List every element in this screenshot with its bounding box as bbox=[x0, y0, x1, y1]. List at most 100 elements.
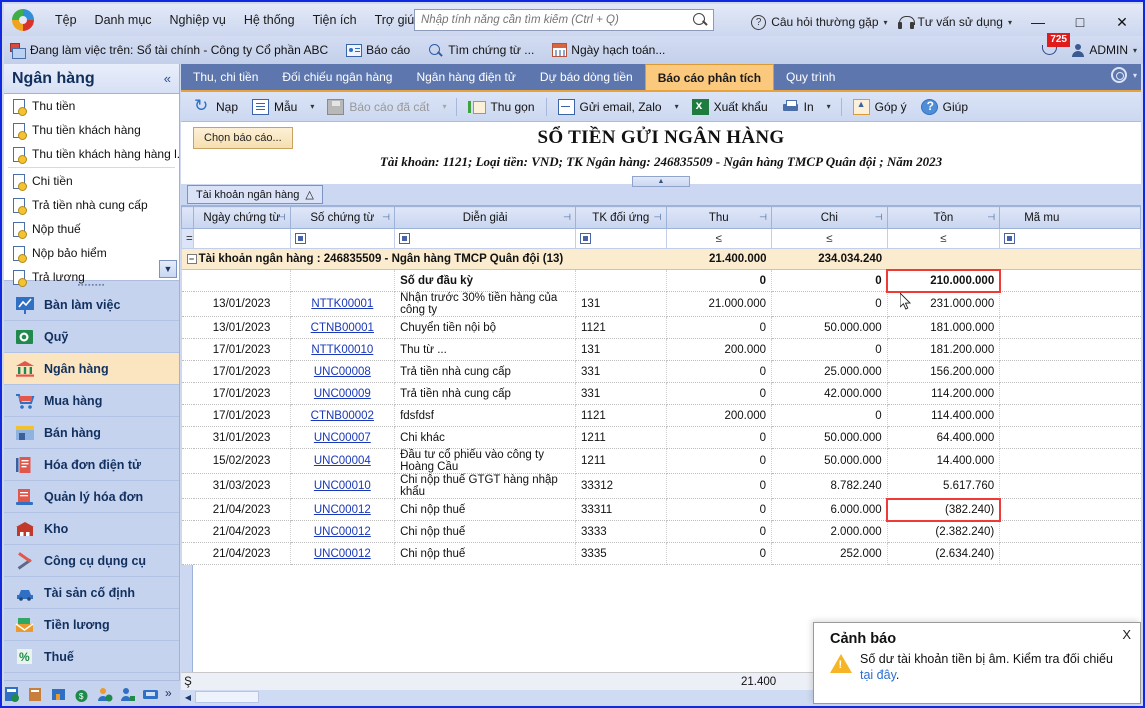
more-tray-icon[interactable]: » bbox=[165, 686, 180, 703]
table-row[interactable]: 13/01/2023 CTNB00001 Chuyển tiền nội bộ … bbox=[181, 316, 1141, 339]
sidebar-item-tra-luong[interactable]: Trả lương bbox=[4, 265, 179, 289]
sidebar-scroll-down-icon[interactable]: ▼ bbox=[159, 260, 177, 278]
cell-doc-no[interactable]: UNC00004 bbox=[290, 448, 396, 474]
template-button[interactable]: Mẫu bbox=[245, 95, 304, 119]
group-row[interactable]: − Tài khoản ngân hàng : 246835509 - Ngân… bbox=[181, 248, 1141, 270]
sidebar-item-mua-hang[interactable]: Mua hàng bbox=[4, 385, 179, 417]
table-row[interactable]: Số dư đầu kỳ 0 0 210.000.000 bbox=[181, 268, 1141, 293]
column-header-ngay-chung-tu[interactable]: Ngày chứng từ ⊣ bbox=[193, 206, 291, 229]
template-dropdown-icon[interactable]: ▾ bbox=[304, 102, 320, 111]
sidebar-item-cong-cu-dung-cu[interactable]: Công cụ dụng cụ bbox=[4, 545, 179, 577]
sidebar-item-tien-luong[interactable]: Tiền lương bbox=[4, 609, 179, 641]
menu-item-tien-ich[interactable]: Tiện ích bbox=[304, 9, 366, 31]
filter-box-icon[interactable] bbox=[1004, 232, 1016, 244]
sidebar-item-hoa-don-dien-tu[interactable]: Hóa đơn điện tử bbox=[4, 449, 179, 481]
sidebar-item-ngan-hang[interactable]: Ngân hàng bbox=[4, 353, 179, 385]
chevron-down-icon[interactable]: ▾ bbox=[1133, 46, 1137, 55]
column-header-chi[interactable]: Chi ⊣ bbox=[771, 206, 888, 229]
supplier-icon[interactable] bbox=[119, 686, 136, 703]
scrollbar-thumb[interactable] bbox=[195, 691, 259, 703]
filter-so-chung-tu[interactable] bbox=[289, 228, 396, 249]
filter-box-icon[interactable] bbox=[294, 232, 306, 244]
saved-reports-button[interactable]: Báo cáo đã cất bbox=[320, 95, 436, 119]
report-button[interactable]: Báo cáo bbox=[346, 43, 410, 57]
feedback-button[interactable]: Góp ý bbox=[846, 95, 914, 119]
sidebar-item-kho[interactable]: Kho bbox=[4, 513, 179, 545]
cell-doc-no[interactable]: UNC00012 bbox=[290, 498, 396, 521]
chevron-down-icon[interactable]: ▾ bbox=[1008, 18, 1012, 27]
sidebar-item-ban-lam-viec[interactable]: Bàn làm việc bbox=[4, 289, 179, 321]
table-row[interactable]: 21/04/2023 UNC00012 Chi nộp thuế 3335 0 … bbox=[181, 542, 1141, 565]
tab-thu-chi-tien[interactable]: Thu, chi tiền bbox=[181, 64, 270, 90]
tab-ngan-hang-dien-tu[interactable]: Ngân hàng điện tử bbox=[404, 64, 527, 90]
pin-icon[interactable]: ⊣ bbox=[562, 212, 572, 222]
global-search[interactable] bbox=[414, 9, 714, 31]
table-row[interactable]: 13/01/2023 NTTK00001 Nhận trước 30% tiền… bbox=[181, 291, 1141, 317]
cell-doc-no[interactable]: UNC00007 bbox=[290, 426, 396, 449]
document-link[interactable]: UNC00010 bbox=[314, 480, 371, 492]
sidebar-item-tra-tien-nha-cung-cap[interactable]: Trả tiền nhà cung cấp bbox=[4, 193, 179, 217]
filter-thu[interactable]: ≤ bbox=[665, 228, 773, 249]
menu-item-danh-muc[interactable]: Danh mục bbox=[86, 9, 161, 31]
sidebar-item-thue[interactable]: % Thuế bbox=[4, 641, 179, 673]
cell-doc-no[interactable]: CTNB00002 bbox=[290, 404, 396, 427]
filter-ngay-chung-tu[interactable] bbox=[193, 228, 291, 249]
menu-item-nghiep-vu[interactable]: Nghiệp vụ bbox=[161, 9, 235, 31]
send-email-zalo-button[interactable]: Gửi email, Zalo bbox=[551, 95, 669, 119]
column-header-thu[interactable]: Thu ⊣ bbox=[665, 206, 773, 229]
working-on-indicator[interactable]: Đang làm việc trên: Sổ tài chính - Công … bbox=[10, 42, 328, 59]
calculator-icon[interactable] bbox=[4, 686, 21, 703]
table-row[interactable]: 17/01/2023 UNC00009 Trả tiền nhà cung cấ… bbox=[181, 382, 1141, 405]
pin-icon[interactable]: ⊣ bbox=[653, 212, 663, 222]
print-button[interactable]: In bbox=[775, 95, 821, 119]
filter-tk-doi-ung[interactable] bbox=[575, 228, 667, 249]
chevron-down-icon[interactable]: ▾ bbox=[884, 18, 888, 27]
send-email-dropdown-icon[interactable]: ▾ bbox=[669, 102, 685, 111]
group-chip-bank-account[interactable]: Tài khoản ngân hàng △ bbox=[187, 185, 323, 204]
menu-item-tep[interactable]: Tệp bbox=[46, 9, 86, 31]
wallet-icon[interactable] bbox=[50, 686, 67, 703]
document-link[interactable]: NTTK00010 bbox=[311, 344, 373, 356]
document-link[interactable]: UNC00007 bbox=[314, 432, 371, 444]
cell-doc-no[interactable]: UNC00008 bbox=[290, 360, 396, 383]
document-link[interactable]: UNC00012 bbox=[314, 504, 371, 516]
search-input[interactable] bbox=[415, 14, 690, 26]
table-row[interactable]: 21/04/2023 UNC00012 Chi nộp thuế 33311 0… bbox=[181, 497, 1141, 522]
tab-quy-trinh[interactable]: Quy trình bbox=[774, 64, 847, 90]
filter-chi[interactable]: ≤ bbox=[771, 228, 888, 249]
sidebar-item-thu-tien[interactable]: Thu tiền bbox=[4, 94, 179, 118]
help-button[interactable]: Giúp bbox=[914, 95, 975, 119]
document-link[interactable]: UNC00009 bbox=[314, 388, 371, 400]
cell-doc-no[interactable]: UNC00009 bbox=[290, 382, 396, 405]
table-row[interactable]: 17/01/2023 UNC00008 Trả tiền nhà cung cấ… bbox=[181, 360, 1141, 383]
group-expander-cell[interactable]: − bbox=[181, 248, 197, 270]
sidebar-item-nop-bao-hiem[interactable]: Nộp bảo hiểm bbox=[4, 241, 179, 265]
sidebar-item-thu-tien-khach-hang[interactable]: Thu tiền khách hàng bbox=[4, 118, 179, 142]
user-menu[interactable]: ADMIN ▾ bbox=[1070, 43, 1141, 58]
close-icon[interactable]: X bbox=[1122, 627, 1131, 642]
faq-button[interactable]: ? Câu hỏi thường gặp ▾ bbox=[746, 14, 892, 30]
export-button[interactable]: Xuất khẩu bbox=[685, 95, 775, 119]
cell-doc-no[interactable]: NTTK00010 bbox=[290, 338, 396, 361]
document-link[interactable]: NTTK00001 bbox=[311, 298, 373, 310]
document-link[interactable]: UNC00012 bbox=[314, 548, 371, 560]
support-button[interactable]: Tư vấn sử dụng ▾ bbox=[893, 15, 1017, 29]
sidebar-item-tai-san-co-dinh[interactable]: Tài sản cố định bbox=[4, 577, 179, 609]
filter-box-icon[interactable] bbox=[580, 232, 592, 244]
cell-doc-no[interactable]: CTNB00001 bbox=[290, 316, 396, 339]
notifications-button[interactable]: 725 bbox=[1034, 33, 1070, 63]
document-link[interactable]: UNC00004 bbox=[314, 455, 371, 467]
customer-money-icon[interactable] bbox=[96, 686, 113, 703]
gear-icon[interactable] bbox=[1110, 67, 1127, 83]
column-header-ma-muc[interactable]: Mã mu bbox=[999, 206, 1141, 229]
reload-button[interactable]: Nạp bbox=[187, 95, 245, 119]
tab-doi-chieu-ngan-hang[interactable]: Đối chiếu ngân hàng bbox=[270, 64, 404, 90]
table-row[interactable]: 17/01/2023 CTNB00002 fdsfdsf 1121 200.00… bbox=[181, 404, 1141, 427]
column-header-so-chung-tu[interactable]: Số chứng từ ⊣ bbox=[289, 206, 396, 229]
sidebar-item-nop-thue[interactable]: Nộp thuế bbox=[4, 217, 179, 241]
column-header-ton[interactable]: Tồn ⊣ bbox=[886, 206, 1001, 229]
column-header-tk-doi-ung[interactable]: TK đối ứng ⊣ bbox=[575, 206, 667, 229]
saved-reports-dropdown-icon[interactable]: ▾ bbox=[436, 102, 452, 111]
document-link[interactable]: CTNB00002 bbox=[311, 410, 374, 422]
report-header-collapse-icon[interactable]: ▲ bbox=[632, 176, 690, 187]
